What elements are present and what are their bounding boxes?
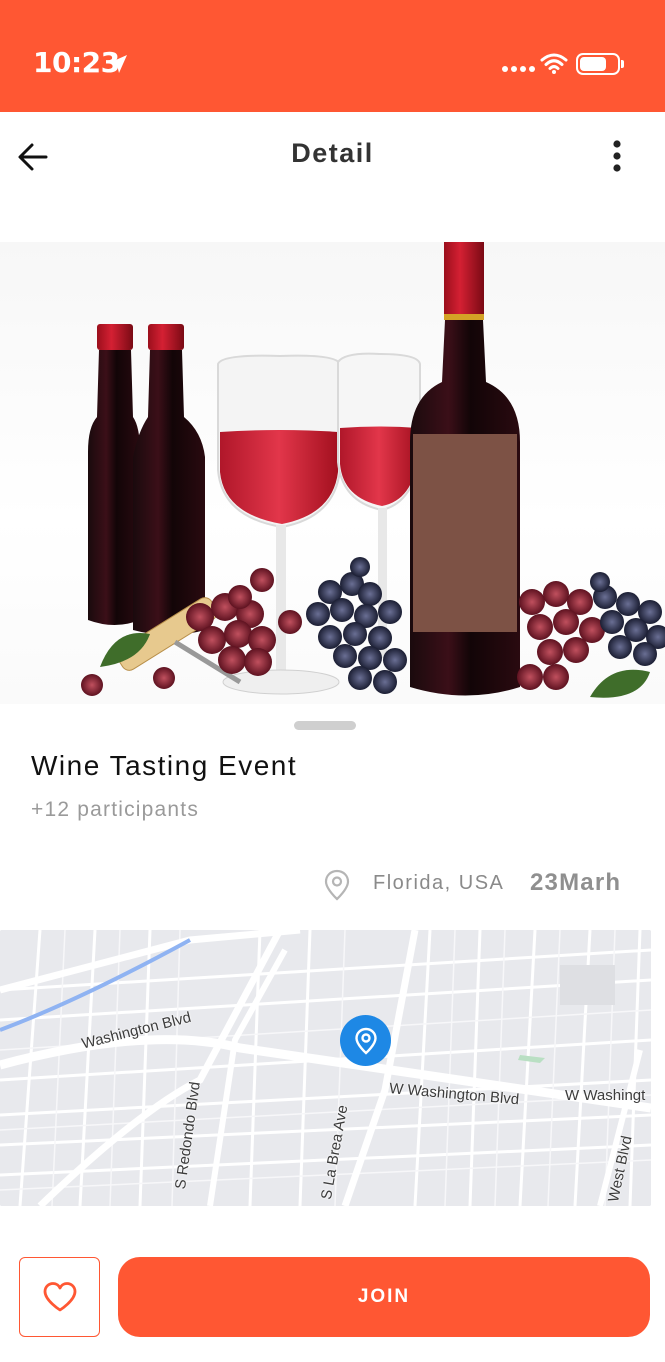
event-image [0, 242, 665, 704]
wine-illustration [81, 242, 665, 698]
event-date: 23Marh [530, 869, 622, 896]
map-label: W Washingt [565, 1087, 646, 1104]
drag-handle[interactable] [294, 721, 356, 730]
battery-icon [576, 53, 624, 75]
location-arrow-icon [109, 55, 127, 73]
more-vertical-icon[interactable] [604, 140, 630, 176]
nav-bar: Detail [0, 112, 665, 202]
wifi-icon [540, 53, 568, 74]
participants-count: +12 participants [31, 798, 200, 821]
page-title: Detail [291, 138, 374, 168]
event-title: Wine Tasting Event [31, 750, 298, 781]
event-map[interactable]: Washington Blvd W Washington Blvd W Wash… [0, 930, 651, 1206]
status-bar: 10:23 [0, 0, 665, 112]
signal-icon [502, 66, 535, 72]
map-pin-icon [354, 1027, 377, 1055]
favorite-button[interactable] [19, 1257, 100, 1337]
location-pin-icon [324, 869, 350, 901]
join-button[interactable]: JOIN [118, 1257, 650, 1337]
event-location: Florida, USA [373, 872, 505, 894]
heart-icon [43, 1282, 76, 1312]
map-pin[interactable] [340, 1015, 391, 1066]
